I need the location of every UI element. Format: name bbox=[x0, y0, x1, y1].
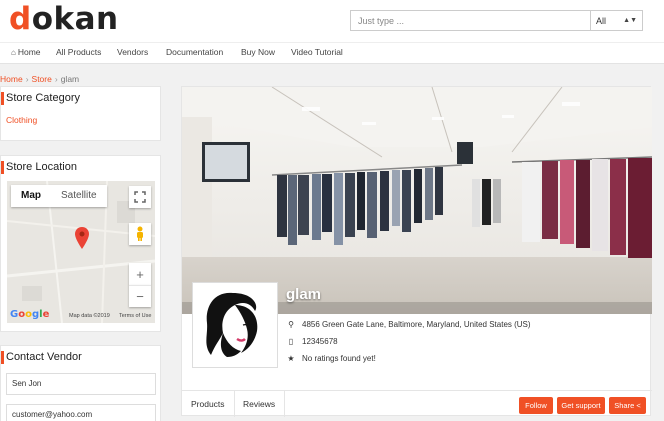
store-location-widget: Store Location Map Satellite + − Google … bbox=[0, 155, 161, 332]
contact-vendor-widget: Contact Vendor Sen Jon customer@yahoo.co… bbox=[0, 345, 161, 421]
contact-email-field[interactable]: customer@yahoo.com bbox=[6, 404, 156, 421]
store-map[interactable]: Map Satellite + − Google Map data ©2019 … bbox=[7, 181, 155, 323]
site-logo[interactable]: dokan bbox=[9, 1, 119, 37]
share-button[interactable]: Share < bbox=[609, 397, 646, 414]
main-nav: ⌂ Home All Products Vendors Documentation… bbox=[0, 42, 664, 64]
store-rating: ★ No ratings found yet! bbox=[286, 354, 376, 363]
nav-item-buy-now[interactable]: Buy Now bbox=[241, 47, 275, 57]
widget-title: Store Location bbox=[1, 161, 77, 174]
fullscreen-glyph bbox=[134, 191, 146, 203]
follow-button[interactable]: Follow bbox=[519, 397, 553, 414]
share-label: Share bbox=[614, 401, 635, 410]
widget-title: Store Category bbox=[1, 92, 80, 105]
store-banner-illustration bbox=[182, 87, 652, 314]
store-profile-card: glam ⚲ 4856 Green Gate Lane, Baltimore, M… bbox=[181, 86, 652, 417]
store-avatar bbox=[192, 282, 278, 368]
mobile-phone-icon: ▯ bbox=[288, 337, 294, 346]
zoom-out-button[interactable]: − bbox=[129, 285, 151, 307]
store-rating-text: No ratings found yet! bbox=[302, 354, 376, 363]
street-view-pegman-icon[interactable] bbox=[129, 223, 151, 245]
store-banner-image bbox=[182, 87, 652, 314]
store-address: ⚲ 4856 Green Gate Lane, Baltimore, Maryla… bbox=[286, 320, 531, 329]
widget-title: Contact Vendor bbox=[1, 351, 82, 364]
select-caret-icon: ▲▼ bbox=[623, 17, 637, 24]
map-marker-icon: ⚲ bbox=[288, 320, 294, 329]
tab-products[interactable]: Products bbox=[182, 391, 235, 417]
site-header: dokan All ▲▼ bbox=[0, 0, 664, 42]
fullscreen-icon[interactable] bbox=[129, 186, 151, 208]
store-phone-text: 12345678 bbox=[302, 337, 338, 346]
store-logo-illustration bbox=[193, 283, 277, 367]
search-input[interactable] bbox=[350, 10, 591, 31]
logo-text: okan bbox=[31, 1, 119, 37]
nav-item-home[interactable]: ⌂ Home bbox=[11, 47, 41, 57]
nav-item-video-tutorial[interactable]: Video Tutorial bbox=[291, 47, 343, 57]
breadcrumb-current: glam bbox=[60, 74, 80, 84]
contact-name-field[interactable]: Sen Jon bbox=[6, 373, 156, 395]
google-logo[interactable]: Google bbox=[10, 309, 49, 320]
get-support-button[interactable]: Get support bbox=[557, 397, 605, 414]
map-type-tabs: Map Satellite bbox=[11, 185, 107, 207]
breadcrumb-home[interactable]: Home bbox=[0, 74, 23, 84]
pegman-glyph bbox=[137, 226, 143, 241]
map-pin-icon[interactable] bbox=[75, 227, 89, 249]
breadcrumb-store[interactable]: Store bbox=[32, 74, 52, 84]
breadcrumb-separator: › bbox=[54, 74, 58, 84]
search-bar: All ▲▼ bbox=[350, 10, 643, 31]
store-category-widget: Store Category Clothing bbox=[0, 86, 161, 141]
map-data-credit: Map data ©2019 bbox=[69, 313, 110, 319]
category-link-clothing[interactable]: Clothing bbox=[6, 115, 37, 125]
map-terms-link[interactable]: Terms of Use bbox=[119, 313, 151, 319]
nav-item-documentation[interactable]: Documentation bbox=[166, 47, 223, 57]
store-name: glam bbox=[286, 286, 322, 303]
map-tab-satellite[interactable]: Satellite bbox=[51, 185, 107, 207]
share-icon: < bbox=[636, 401, 641, 410]
tab-reviews[interactable]: Reviews bbox=[234, 391, 286, 417]
search-category-select[interactable]: All ▲▼ bbox=[590, 10, 643, 31]
breadcrumb: Home › Store › glam bbox=[0, 74, 79, 84]
store-phone: ▯ 12345678 bbox=[286, 337, 338, 346]
star-icon: ★ bbox=[287, 354, 295, 363]
store-address-text: 4856 Green Gate Lane, Baltimore, Marylan… bbox=[302, 320, 531, 329]
search-category-value: All bbox=[596, 15, 607, 26]
map-tab-map[interactable]: Map bbox=[11, 185, 51, 207]
store-tabs-bar: Products Reviews Follow Get support Shar… bbox=[182, 390, 652, 417]
breadcrumb-separator: › bbox=[25, 74, 29, 84]
home-icon: ⌂ bbox=[11, 48, 16, 57]
nav-label: Home bbox=[17, 47, 41, 57]
nav-item-vendors[interactable]: Vendors bbox=[117, 47, 148, 57]
zoom-in-button[interactable]: + bbox=[129, 263, 151, 285]
nav-item-all-products[interactable]: All Products bbox=[56, 47, 101, 57]
logo-letter: d bbox=[9, 1, 32, 37]
